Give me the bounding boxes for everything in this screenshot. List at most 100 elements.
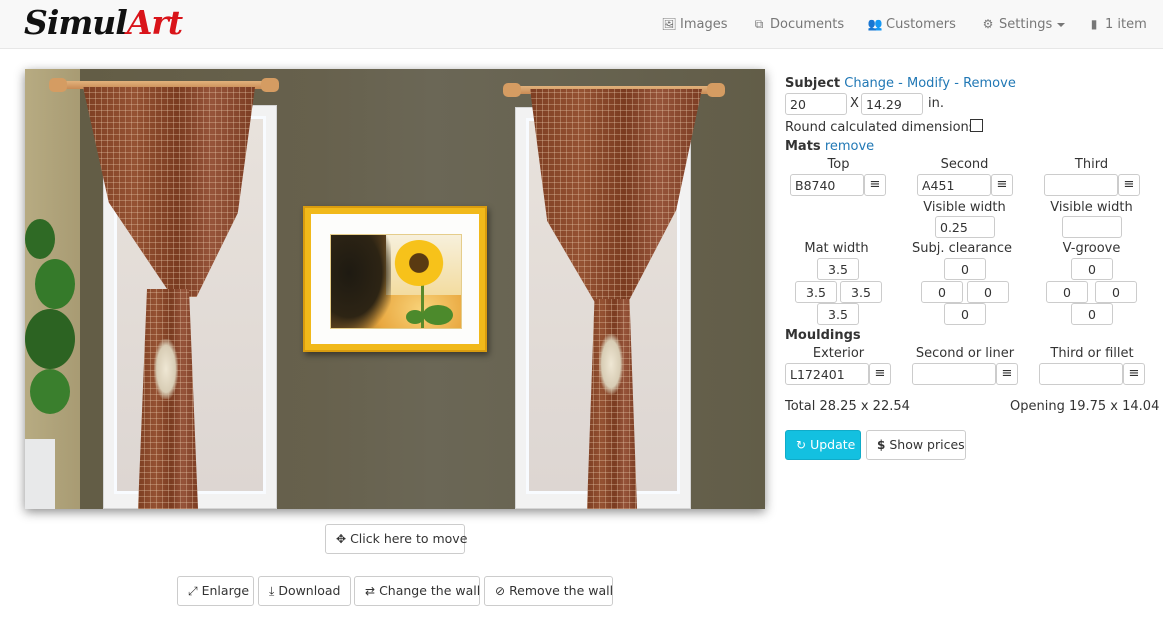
change-wall-label: Change the wall	[379, 583, 481, 598]
clearance-label: Subj. clearance	[912, 241, 1013, 256]
separator: -	[950, 76, 964, 91]
nav-cart[interactable]: ▮ 1 item	[1086, 14, 1147, 34]
nav-documents-label: Documents	[770, 17, 845, 32]
clearance-top-input[interactable]	[944, 258, 986, 280]
update-button[interactable]: ↻ Update	[785, 430, 861, 460]
enlarge-label: Enlarge	[201, 583, 250, 598]
nav-images[interactable]: 🖼 Images	[661, 14, 728, 34]
mat-third-label: Third	[1074, 157, 1109, 172]
vgroove-label: V-groove	[1062, 241, 1121, 256]
mats-remove-link[interactable]: remove	[825, 139, 874, 154]
list-icon: ≡	[1001, 366, 1013, 381]
change-wall-button[interactable]: ⇄ Change the wall	[354, 576, 480, 606]
round-dimensions-checkbox[interactable]	[970, 119, 983, 132]
file-icon: ▮	[1090, 17, 1098, 31]
moulding-exterior-input[interactable]	[785, 363, 869, 385]
brand-logo[interactable]: SimulArt	[24, 3, 183, 43]
moulding-second-list-button[interactable]: ≡	[996, 363, 1018, 385]
resize-icon: ⤢	[188, 584, 198, 598]
clearance-left-input[interactable]	[921, 281, 963, 303]
move-button-label: Click here to move	[350, 531, 468, 546]
nav-settings[interactable]: ⚙ Settings	[980, 14, 1066, 34]
subject-header: Subject Change - Modify - Remove	[785, 76, 1016, 91]
mat-top-list-button[interactable]: ≡	[864, 174, 886, 196]
move-button[interactable]: ✥ Click here to move	[325, 524, 468, 554]
clearance-bottom-input[interactable]	[944, 303, 986, 325]
nav-cart-label: 1 item	[1105, 17, 1147, 32]
vgroove-right-input[interactable]	[1095, 281, 1137, 303]
wall-preview[interactable]	[25, 69, 765, 509]
move-icon: ✥	[336, 532, 347, 546]
show-prices-label: Show prices	[889, 437, 965, 452]
moulding-second-input[interactable]	[912, 363, 996, 385]
remove-wall-label: Remove the wall	[509, 583, 614, 598]
curtain-left-bottom	[138, 289, 198, 509]
caret-down-icon	[1057, 22, 1066, 27]
nav-images-label: Images	[680, 17, 728, 32]
subject-title: Subject	[785, 76, 841, 91]
dollar-icon: $	[877, 438, 886, 452]
gear-icon: ⚙	[982, 17, 994, 31]
curtain-tieback	[599, 334, 623, 394]
third-visible-width-input[interactable]	[1062, 216, 1122, 238]
brand-part-1: Simul	[24, 3, 128, 42]
download-button[interactable]: ⤓ Download	[258, 576, 351, 606]
download-icon: ⤓	[269, 584, 275, 598]
mat-third-input[interactable]	[1044, 174, 1118, 196]
mat-second-input[interactable]	[917, 174, 991, 196]
nav-customers[interactable]: 👥 Customers	[867, 14, 956, 34]
list-icon: ≡	[1123, 177, 1135, 192]
opening-dimensions: Opening 19.75 x 14.04	[1010, 399, 1160, 414]
moulding-exterior-list-button[interactable]: ≡	[869, 363, 891, 385]
mat-width-left-input[interactable]	[795, 281, 837, 303]
sunflower-photo	[330, 234, 462, 329]
remove-wall-button[interactable]: ⊘ Remove the wall	[484, 576, 613, 606]
mouldings-title: Mouldings	[785, 328, 861, 343]
navbar: SimulArt 🖼 Images ⧉ Documents 👥 Customers ⚙…	[0, 0, 1163, 49]
subject-width-input[interactable]	[785, 93, 847, 115]
subject-height-input[interactable]	[861, 93, 923, 115]
moulding-third-list-button[interactable]: ≡	[1123, 363, 1145, 385]
moulding-third-input[interactable]	[1039, 363, 1123, 385]
rod-finial	[707, 83, 725, 97]
subject-modify-link[interactable]: Modify	[907, 76, 950, 91]
rod-finial	[261, 78, 279, 92]
mat-width-right-input[interactable]	[840, 281, 882, 303]
framed-artwork[interactable]	[303, 206, 487, 352]
third-visible-width-label: Visible width	[1050, 200, 1133, 215]
nav-documents[interactable]: ⧉ Documents	[751, 14, 844, 34]
mat-top-input[interactable]	[790, 174, 864, 196]
mat	[311, 214, 479, 344]
round-dimensions-label: Round calculated dimensions	[785, 120, 976, 135]
list-icon: ≡	[874, 366, 886, 381]
subject-change-link[interactable]: Change	[844, 76, 894, 91]
moulding-second-label: Second or liner	[915, 346, 1015, 361]
vgroove-bottom-input[interactable]	[1071, 303, 1113, 325]
download-label: Download	[278, 583, 341, 598]
mat-width-bottom-input[interactable]	[817, 303, 859, 325]
swap-icon: ⇄	[365, 584, 376, 598]
plant-leaf	[25, 219, 55, 259]
rod-finial	[49, 78, 67, 92]
dimension-separator: X	[850, 96, 859, 111]
mat-third-list-button[interactable]: ≡	[1118, 174, 1140, 196]
subject-remove-link[interactable]: Remove	[963, 76, 1016, 91]
show-prices-button[interactable]: $ Show prices	[866, 430, 966, 460]
second-visible-width-input[interactable]	[935, 216, 995, 238]
brand-part-2: Art	[126, 3, 183, 42]
mats-title: Mats	[785, 139, 821, 154]
mat-second-label: Second	[940, 157, 989, 172]
mat-width-label: Mat width	[804, 241, 869, 256]
second-visible-width-label: Visible width	[923, 200, 1006, 215]
clearance-right-input[interactable]	[967, 281, 1009, 303]
separator: -	[894, 76, 908, 91]
vgroove-top-input[interactable]	[1071, 258, 1113, 280]
vgroove-left-input[interactable]	[1046, 281, 1088, 303]
enlarge-button[interactable]: ⤢ Enlarge	[177, 576, 254, 606]
mat-width-top-input[interactable]	[817, 258, 859, 280]
picture-icon: 🖼	[661, 17, 677, 31]
mat-second-list-button[interactable]: ≡	[991, 174, 1013, 196]
eye-slash-icon: ⊘	[495, 584, 506, 598]
moulding-third-label: Third or fillet	[1050, 346, 1134, 361]
nav-customers-label: Customers	[886, 17, 956, 32]
